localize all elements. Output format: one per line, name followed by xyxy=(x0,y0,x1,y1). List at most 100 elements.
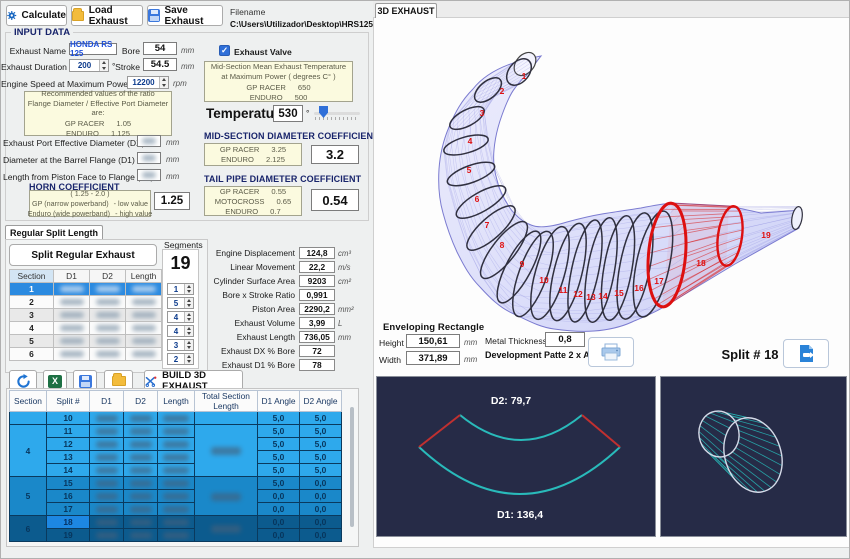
save-exhaust-button[interactable]: Save Exhaust xyxy=(147,5,223,26)
section-number[interactable]: 2 xyxy=(10,296,54,309)
d2-angle-cell[interactable]: 0,0 xyxy=(300,529,342,542)
print-button[interactable] xyxy=(588,337,634,367)
section-merged-cell[interactable]: 5 xyxy=(10,477,47,516)
split-number-cell[interactable]: 19 xyxy=(47,529,90,542)
split-number-cell[interactable]: 18 xyxy=(47,516,90,529)
engine-speed-arrows[interactable] xyxy=(159,77,168,88)
d1-cell[interactable] xyxy=(90,438,124,451)
tail-pipe-coefficient-field[interactable]: 0.54 xyxy=(311,189,359,211)
d2-cell[interactable] xyxy=(124,477,158,490)
split-number-cell[interactable]: 17 xyxy=(47,503,90,516)
section-number[interactable]: 1 xyxy=(10,283,54,296)
split-number-cell[interactable]: 11 xyxy=(47,425,90,438)
d2-cell[interactable] xyxy=(124,438,158,451)
section-number[interactable]: 5 xyxy=(10,335,54,348)
total-length-merged-cell[interactable] xyxy=(195,477,258,516)
segment-count-stepper[interactable]: 1 xyxy=(167,283,194,295)
d2-cell[interactable] xyxy=(124,464,158,477)
split-row[interactable]: 105,05,0 xyxy=(10,412,342,425)
split-number-cell[interactable]: 10 xyxy=(47,412,90,425)
mid-section-coefficient-field[interactable]: 3.2 xyxy=(311,145,359,164)
d2-angle-cell[interactable]: 0,0 xyxy=(300,516,342,529)
section-number[interactable]: 6 xyxy=(10,348,54,361)
d2-cell[interactable] xyxy=(124,412,158,425)
d1-angle-cell[interactable]: 0,0 xyxy=(258,490,300,503)
segment-count-stepper[interactable]: 2 xyxy=(167,353,194,365)
segment-count-stepper[interactable]: 4 xyxy=(167,325,194,337)
d1-angle-cell[interactable]: 5,0 xyxy=(258,464,300,477)
d2-angle-cell[interactable]: 0,0 xyxy=(300,490,342,503)
section-merged-cell[interactable]: 6 xyxy=(10,516,47,542)
stepper-arrows[interactable] xyxy=(184,340,193,350)
split-number-cell[interactable]: 12 xyxy=(47,438,90,451)
section-row[interactable]: 3 xyxy=(10,309,162,322)
dx-field[interactable] xyxy=(137,135,161,147)
split-row[interactable]: 16 0,00,0 xyxy=(10,490,342,503)
metal-thickness-field[interactable]: 0,8 xyxy=(545,332,585,347)
segment-count-stepper[interactable]: 4 xyxy=(167,311,194,323)
d1-cell[interactable] xyxy=(90,425,124,438)
split-row[interactable]: 12 5,05,0 xyxy=(10,438,342,451)
export-dxf-button[interactable] xyxy=(783,339,829,368)
d1-angle-cell[interactable]: 5,0 xyxy=(258,425,300,438)
section-merged-cell[interactable] xyxy=(10,412,47,425)
d2-cell[interactable] xyxy=(124,503,158,516)
d1-angle-cell[interactable]: 0,0 xyxy=(258,503,300,516)
duration-stepper[interactable]: 200 xyxy=(69,59,109,72)
tab-regular-split-length[interactable]: Regular Split Length xyxy=(5,225,103,240)
d1-cell[interactable] xyxy=(90,451,124,464)
stepper-arrows[interactable] xyxy=(184,312,193,322)
split-number-cell[interactable]: 15 xyxy=(47,477,90,490)
split-table[interactable]: SectionSplit #D1D2LengthTotal Section Le… xyxy=(9,390,342,542)
length-cell[interactable] xyxy=(158,464,195,477)
d1-angle-cell[interactable]: 5,0 xyxy=(258,451,300,464)
length-cell[interactable] xyxy=(158,516,195,529)
length-cell[interactable] xyxy=(158,477,195,490)
d2-angle-cell[interactable]: 5,0 xyxy=(300,425,342,438)
section-number[interactable]: 3 xyxy=(10,309,54,322)
split-number-cell[interactable]: 16 xyxy=(47,490,90,503)
temperature-field[interactable]: 530 xyxy=(273,105,303,122)
section-row[interactable]: 4 xyxy=(10,322,162,335)
length-cell[interactable] xyxy=(158,529,195,542)
split-row[interactable]: 6180,00,0 xyxy=(10,516,342,529)
split-regular-exhaust-button[interactable]: Split Regular Exhaust xyxy=(9,244,157,266)
d2-cell[interactable] xyxy=(124,451,158,464)
load-exhaust-button[interactable]: Load Exhaust xyxy=(71,5,143,26)
length-cell[interactable] xyxy=(158,425,195,438)
total-length-merged-cell[interactable] xyxy=(195,516,258,542)
split-number-cell[interactable]: 13 xyxy=(47,451,90,464)
segment-count-stepper[interactable]: 5 xyxy=(167,297,194,309)
length-cell[interactable] xyxy=(158,503,195,516)
section-row[interactable]: 1 xyxy=(10,283,162,296)
d2-angle-cell[interactable]: 5,0 xyxy=(300,438,342,451)
d1-cell[interactable] xyxy=(90,464,124,477)
d1-cell[interactable] xyxy=(90,516,124,529)
segment-count-stepper[interactable]: 3 xyxy=(167,339,194,351)
d1-cell[interactable] xyxy=(90,412,124,425)
d1-angle-cell[interactable]: 0,0 xyxy=(258,516,300,529)
tab-3d-exhaust[interactable]: 3D EXHAUST xyxy=(375,3,437,18)
section-row[interactable]: 2 xyxy=(10,296,162,309)
split-row[interactable]: 19 0,00,0 xyxy=(10,529,342,542)
d2-cell[interactable] xyxy=(124,490,158,503)
d1-angle-cell[interactable]: 5,0 xyxy=(258,477,300,490)
d1-angle-cell[interactable]: 0,0 xyxy=(258,529,300,542)
split-row[interactable]: 5155,00,0 xyxy=(10,477,342,490)
stepper-arrows[interactable] xyxy=(184,298,193,308)
d2-angle-cell[interactable]: 5,0 xyxy=(300,464,342,477)
section-row[interactable]: 5 xyxy=(10,335,162,348)
duration-arrows[interactable] xyxy=(99,60,108,71)
d1-angle-cell[interactable]: 5,0 xyxy=(258,438,300,451)
split-table-scrollbar[interactable] xyxy=(350,407,354,527)
split-row[interactable]: 145,05,0 xyxy=(10,464,342,477)
stroke-field[interactable]: 54.5 xyxy=(143,58,177,71)
stepper-arrows[interactable] xyxy=(184,354,193,364)
exhaust-3d-view[interactable]: 12345678910111213141516171819 xyxy=(373,17,850,333)
section-number[interactable]: 4 xyxy=(10,322,54,335)
section-table[interactable]: Section D1 D2 Length 123456 xyxy=(9,269,162,361)
split-row[interactable]: 4115,05,0 xyxy=(10,425,342,438)
d2-cell[interactable] xyxy=(124,516,158,529)
total-length-merged-cell[interactable] xyxy=(195,412,258,425)
d2-angle-cell[interactable]: 0,0 xyxy=(300,503,342,516)
